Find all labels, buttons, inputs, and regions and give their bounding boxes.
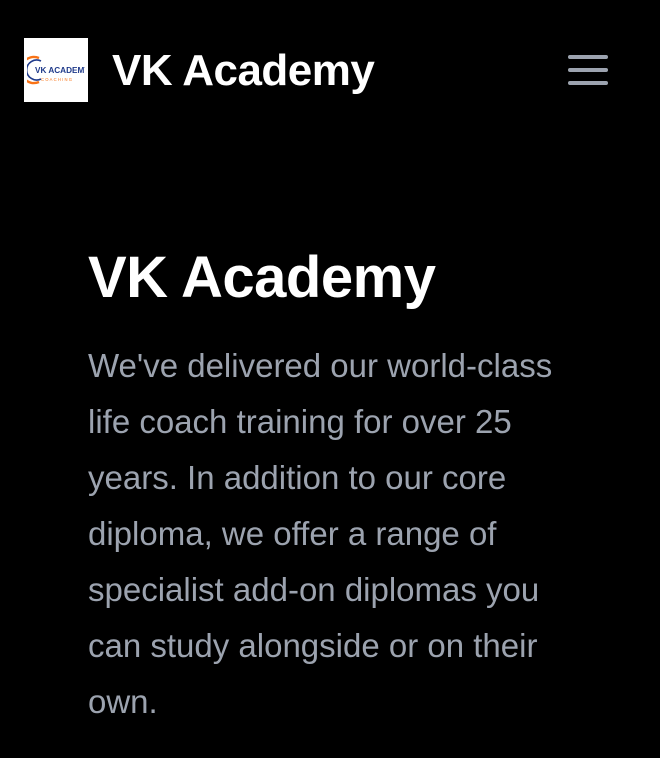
site-header: VK ACADEMY COACHING VK Academy [0, 0, 660, 140]
brand-name[interactable]: VK Academy [112, 42, 375, 100]
logo-text-main: VK ACADEMY [35, 66, 85, 75]
hero-description: We've delivered our world-class life coa… [88, 347, 553, 720]
hamburger-menu-icon [568, 55, 608, 85]
vk-academy-logo-icon: VK ACADEMY COACHING [27, 55, 85, 85]
logo-text-sub: COACHING [41, 77, 73, 82]
hero-section: VK Academy We've delivered our world-cla… [88, 244, 568, 730]
hero-title: VK Academy [88, 245, 436, 310]
menu-button[interactable] [562, 48, 614, 92]
logo-link[interactable]: VK ACADEMY COACHING [24, 38, 88, 102]
